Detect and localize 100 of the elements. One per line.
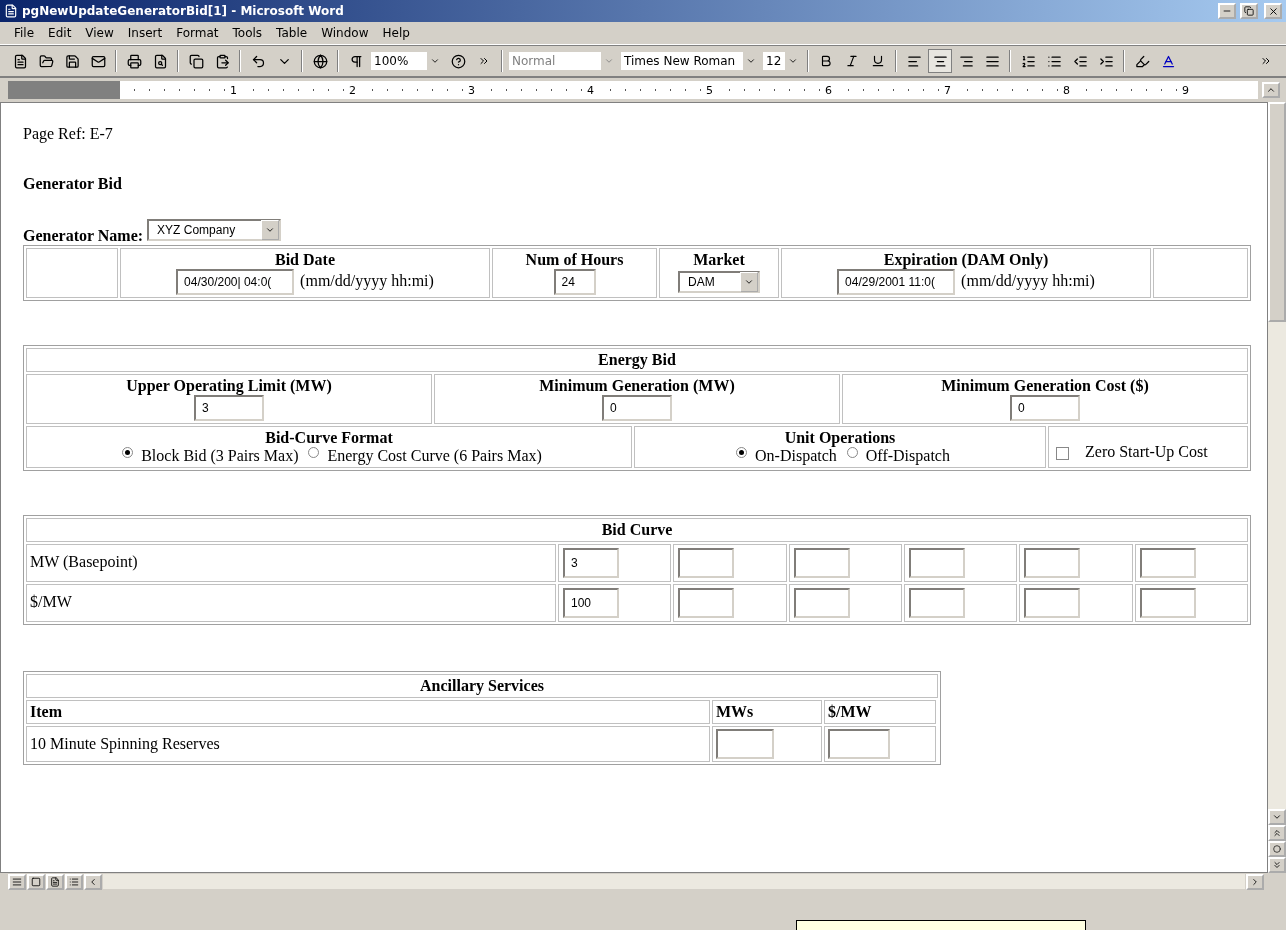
format-hint: (mm/dd/yyyy hh:mi) [961,272,1095,289]
chevrons-icon [478,55,490,67]
generator-dropdown[interactable]: XYZ Company [147,219,282,241]
page-reference: Page Ref: E-7 [23,125,114,143]
underline-icon [871,54,885,68]
caret-icon [788,56,798,66]
input-field[interactable]: 04/29/2001 11:0( [837,269,956,295]
input-field[interactable]: 04/30/200| 04:0( [176,269,295,295]
input-field[interactable] [1024,548,1081,578]
ruler-number: 7 [942,83,953,97]
indent-icon [1098,53,1114,69]
ruler-number: 8 [1061,83,1072,97]
double-caret-icon [1272,828,1282,838]
style-dropdown[interactable]: Normal [508,51,618,71]
scroll-thumb[interactable] [1268,102,1286,322]
input-field[interactable]: 0 [602,395,672,421]
print-view-button[interactable] [46,873,64,890]
input-field[interactable] [793,588,850,618]
radio-button[interactable] [846,447,858,458]
menu-item[interactable]: Help [376,24,416,42]
radio-button[interactable] [122,447,134,458]
field-label: Generator Name: [23,227,144,245]
checkbox[interactable] [1056,447,1069,460]
input-field[interactable] [793,548,850,578]
menu-item[interactable]: Insert [121,24,169,42]
format-hint: (mm/dd/yyyy hh:mi) [300,272,434,289]
page-icon [50,876,60,887]
column-heading: Unit Operations [783,429,897,447]
input-field[interactable] [1139,548,1196,578]
help-icon [450,53,466,69]
column-heading: MWs [716,703,754,720]
highlighter-icon [1134,53,1150,69]
copy-icon [188,53,204,69]
zoom-dropdown[interactable]: 100% [370,51,444,71]
input-field[interactable] [678,548,735,578]
input-field[interactable] [909,588,965,618]
align-button[interactable] [928,49,952,73]
bullet-list-icon [1046,53,1062,69]
checkbox-label: Zero Start-Up Cost [1085,443,1208,460]
input-field[interactable]: 100 [563,588,619,618]
menu-item[interactable]: Window [315,24,375,42]
section-title: Ancillary Services [420,677,544,694]
menu-item[interactable]: View [79,24,120,42]
input-field[interactable] [828,729,890,759]
radio-button[interactable] [736,447,748,458]
input-field[interactable]: 0 [1010,395,1080,421]
market-dropdown[interactable]: DAM [678,271,760,293]
heading: Generator Bid [23,175,123,193]
minimize-button[interactable] [1218,3,1236,19]
menu-item[interactable]: Edit [42,24,78,42]
input-field[interactable]: 3 [563,548,619,578]
align-left-icon [906,53,922,69]
column-heading: Market [692,251,746,269]
column-heading: Expiration (DAM Only) [882,251,1050,269]
restore-button[interactable] [1240,3,1258,19]
ruler-number: 6 [823,83,834,97]
next-page-button[interactable] [1268,857,1286,873]
ruler-number: 2 [347,83,358,97]
option-label: On-Dispatch [755,447,837,464]
ruler-number: 5 [704,83,715,97]
browse-object-button[interactable] [1268,841,1286,857]
scroll-down-button[interactable] [1268,809,1286,825]
column-heading: Minimum Generation (MW) [538,377,736,395]
chevrons-icon [1260,55,1272,67]
save-icon [64,53,80,69]
input-field[interactable] [678,588,735,618]
scroll-right-button[interactable] [1246,873,1264,890]
word-document-icon [4,4,18,18]
menu-item[interactable]: File [8,24,41,42]
section-title: Bid Curve [601,521,673,538]
caret-icon [604,56,614,66]
input-field[interactable] [716,729,774,759]
menu-item[interactable]: Table [270,24,314,42]
radio-button[interactable] [308,447,320,458]
previous-page-button[interactable] [1268,825,1286,841]
close-button[interactable] [1264,3,1282,19]
numbered-list-icon [1020,53,1036,69]
input-field[interactable] [1139,588,1196,618]
font-size-dropdown[interactable]: 12 [762,51,802,71]
input-field[interactable] [909,548,965,578]
justify-icon [984,53,1000,69]
input-field[interactable]: 24 [553,269,596,295]
input-field[interactable] [1024,588,1081,618]
restore-icon [1244,6,1254,16]
column-heading: Item [30,703,62,720]
align-right-icon [958,53,974,69]
close-icon [1267,5,1279,17]
pilcrow-icon [348,53,364,69]
caret-icon [265,225,276,235]
font-dropdown[interactable]: Times New Roman [620,51,760,71]
menu-item[interactable]: Format [170,24,225,42]
web-view-button[interactable] [27,873,45,890]
menu-item[interactable]: Tools [226,24,269,42]
input-field[interactable]: 3 [194,395,264,421]
scroll-up-button[interactable] [1262,82,1280,98]
outline-view-button[interactable] [65,873,83,890]
paste-icon [214,53,230,69]
print-preview-icon [152,53,168,69]
normal-view-button[interactable] [8,873,26,890]
option-label: Block Bid (3 Pairs Max) [141,447,299,464]
